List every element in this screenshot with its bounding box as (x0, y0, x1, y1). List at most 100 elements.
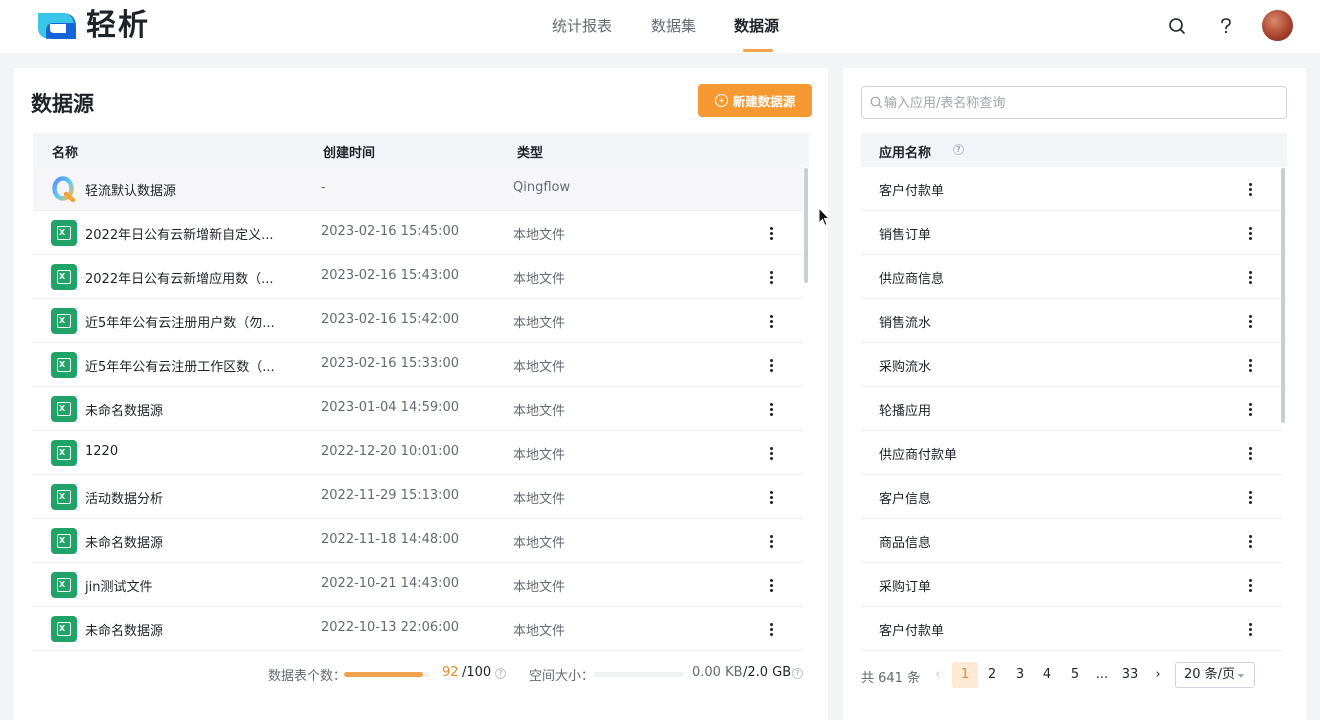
row-name: 活动数据分析 (85, 492, 164, 507)
column-header-app-name: 应用名称 (879, 146, 932, 161)
excel-file-icon: X (51, 484, 77, 510)
nav-tab-datasources[interactable]: 数据源 (734, 16, 779, 36)
more-options-icon[interactable] (1242, 311, 1258, 331)
row-type: 本地文件 (513, 580, 566, 595)
more-options-icon[interactable] (763, 443, 779, 463)
table-count-help-icon[interactable]: ? (495, 668, 506, 679)
more-options-icon[interactable] (1242, 487, 1258, 507)
more-options-icon[interactable] (763, 531, 779, 551)
top-bar: 轻析 统计报表 数据集 数据源 (0, 0, 1320, 53)
more-options-icon[interactable] (1242, 223, 1258, 243)
page-number[interactable]: 1 (952, 662, 978, 688)
excel-file-icon: X (51, 396, 77, 422)
nav-tab-reports[interactable]: 统计报表 (552, 16, 612, 36)
table-row[interactable]: X jin测试文件 2022-10-21 14:43:00 本地文件 (33, 563, 803, 607)
table-row[interactable]: X 未命名数据源 2022-11-18 14:48:00 本地文件 (33, 519, 803, 563)
list-item[interactable]: 客户付款单 (861, 607, 1281, 651)
new-datasource-label: 新建数据源 (732, 94, 796, 109)
list-scrollbar[interactable] (804, 168, 808, 283)
app-name-help-icon[interactable]: ? (953, 144, 964, 155)
row-type: 本地文件 (513, 272, 566, 287)
app-search-box[interactable] (861, 86, 1287, 119)
avatar[interactable] (1262, 10, 1293, 41)
main-nav: 统计报表 数据集 数据源 (0, 0, 1320, 53)
table-row[interactable]: X 2022年日公有云新增应用数（... 2023-02-16 15:43:00… (33, 255, 803, 299)
row-type: 本地文件 (513, 228, 566, 243)
more-options-icon[interactable] (1242, 575, 1258, 595)
row-type: 本地文件 (513, 536, 566, 551)
more-options-icon[interactable] (1242, 267, 1258, 287)
list-item[interactable]: 采购订单 (861, 563, 1281, 607)
row-name: 轻流默认数据源 (85, 184, 177, 199)
column-header-name: 名称 (52, 146, 79, 161)
row-created: 2023-02-16 15:42:00 (321, 312, 460, 327)
table-row[interactable]: X 近5年年公有云注册用户数（勿... 2023-02-16 15:42:00 … (33, 299, 803, 343)
app-name: 客户付款单 (879, 184, 945, 199)
more-options-icon[interactable] (763, 355, 779, 375)
total-count: 共 641 条 (861, 671, 921, 686)
row-created: 2023-02-16 15:43:00 (321, 268, 460, 283)
table-row[interactable]: X 未命名数据源 2023-01-04 14:59:00 本地文件 (33, 387, 803, 431)
more-options-icon[interactable] (763, 575, 779, 595)
list-item[interactable]: 供应商信息 (861, 255, 1281, 299)
more-options-icon[interactable] (763, 619, 779, 639)
table-row[interactable]: X 1220 2022-12-20 10:01:00 本地文件 (33, 431, 803, 475)
qingflow-icon (52, 176, 76, 202)
row-type: 本地文件 (513, 492, 566, 507)
table-row[interactable]: X 未命名数据源 2022-10-13 22:06:00 本地文件 (33, 607, 803, 651)
more-options-icon[interactable] (763, 223, 779, 243)
list-item[interactable]: 销售流水 (861, 299, 1281, 343)
more-options-icon[interactable] (1242, 179, 1258, 199)
list-item[interactable]: 供应商付款单 (861, 431, 1281, 475)
new-datasource-button[interactable]: 新建数据源 (698, 84, 812, 117)
row-created: 2022-12-20 10:01:00 (321, 444, 460, 459)
table-row[interactable]: X 活动数据分析 2022-11-29 15:13:00 本地文件 (33, 475, 803, 519)
list-item[interactable]: 客户信息 (861, 475, 1281, 519)
table-row[interactable]: 轻流默认数据源 - Qingflow (33, 167, 803, 211)
more-options-icon[interactable] (763, 267, 779, 287)
row-name: 未命名数据源 (85, 404, 164, 419)
more-options-icon[interactable] (763, 487, 779, 507)
page-size-select[interactable]: 20 条/页 (1175, 662, 1255, 688)
app-name: 销售流水 (879, 316, 932, 331)
list-item[interactable]: 采购流水 (861, 343, 1281, 387)
list-item[interactable]: 销售订单 (861, 211, 1281, 255)
space-help-icon[interactable]: ? (792, 668, 803, 679)
row-created: 2022-10-13 22:06:00 (321, 620, 460, 635)
row-name: 近5年年公有云注册工作区数（... (85, 360, 275, 375)
usage-footer: 数据表个数： 92 /100 ? 空间大小： 0.00 KB /2.0 GB ? (14, 665, 828, 685)
list-item[interactable]: 客户付款单 (861, 167, 1281, 211)
app-name: 采购流水 (879, 360, 932, 375)
table-row[interactable]: X 近5年年公有云注册工作区数（... 2023-02-16 15:33:00 … (33, 343, 803, 387)
page-number[interactable]: 2 (982, 662, 1002, 688)
row-created: 2023-02-16 15:33:00 (321, 356, 460, 371)
row-name: jin测试文件 (85, 580, 153, 595)
app-list-scrollbar[interactable] (1281, 168, 1285, 423)
table-count-bar (344, 672, 430, 677)
next-page-icon[interactable]: › (1151, 662, 1165, 688)
row-name: 未命名数据源 (85, 536, 164, 551)
page-number[interactable]: 4 (1037, 662, 1057, 688)
more-options-icon[interactable] (1242, 355, 1258, 375)
page-ellipsis[interactable]: ... (1091, 662, 1113, 688)
excel-file-icon: X (51, 352, 77, 378)
more-options-icon[interactable] (1242, 443, 1258, 463)
prev-page-icon[interactable]: ‹ (931, 662, 945, 688)
search-icon[interactable] (1165, 14, 1189, 38)
more-options-icon[interactable] (1242, 531, 1258, 551)
nav-tab-datasets[interactable]: 数据集 (651, 16, 696, 36)
row-created: 2023-01-04 14:59:00 (321, 400, 460, 415)
help-icon[interactable] (1214, 14, 1238, 38)
page-number[interactable]: 3 (1010, 662, 1030, 688)
app-search-input[interactable] (884, 93, 1274, 113)
table-row[interactable]: X 2022年日公有云新增新自定义... 2023-02-16 15:45:00… (33, 211, 803, 255)
page-number[interactable]: 5 (1065, 662, 1085, 688)
more-options-icon[interactable] (1242, 619, 1258, 639)
list-item[interactable]: 轮播应用 (861, 387, 1281, 431)
page-number-last[interactable]: 33 (1118, 662, 1142, 688)
more-options-icon[interactable] (763, 311, 779, 331)
more-options-icon[interactable] (763, 399, 779, 419)
plus-circle-icon (714, 94, 728, 107)
list-item[interactable]: 商品信息 (861, 519, 1281, 563)
more-options-icon[interactable] (1242, 399, 1258, 419)
